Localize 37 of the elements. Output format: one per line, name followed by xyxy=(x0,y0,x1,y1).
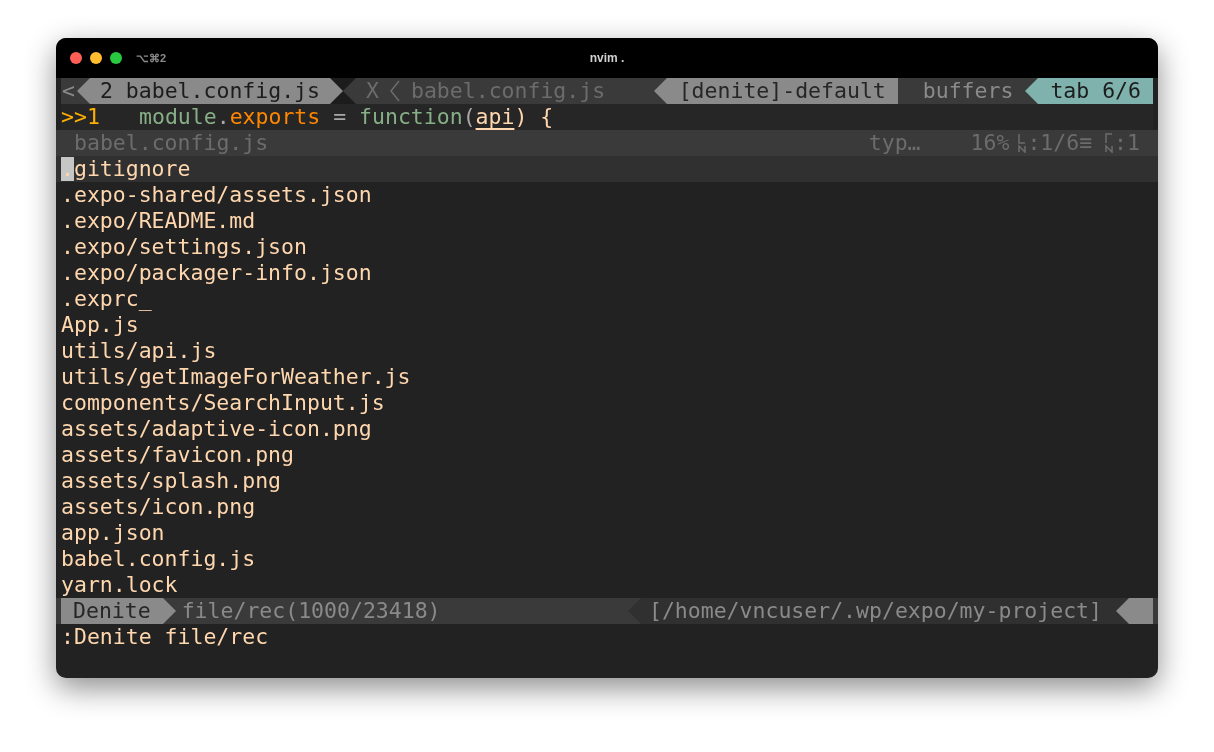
candidate-row[interactable]: yarn.lock xyxy=(56,572,1158,598)
line-number-icon xyxy=(1017,133,1028,153)
source-label: file/rec(1000/23418) xyxy=(180,598,442,624)
minimize-button[interactable] xyxy=(90,52,102,64)
candidate-row[interactable]: assets/splash.png xyxy=(56,468,1158,494)
candidate-row[interactable]: utils/api.js xyxy=(56,338,1158,364)
code-token: api xyxy=(475,104,515,130)
candidate-row[interactable]: .exprc_ xyxy=(56,286,1158,312)
code-token: ) { xyxy=(514,104,554,130)
code-token: module xyxy=(139,104,217,130)
candidate-row[interactable]: assets/adaptive-icon.png xyxy=(56,416,1158,442)
code-token: ( xyxy=(462,104,476,130)
candidate-row[interactable]: assets/favicon.png xyxy=(56,442,1158,468)
candidate-row[interactable]: utils/getImageForWeather.js xyxy=(56,364,1158,390)
statusline-end-block xyxy=(1129,598,1153,624)
code-token: . xyxy=(216,104,230,130)
candidate-row[interactable]: .expo-shared/assets.json xyxy=(56,182,1158,208)
chevron-left-icon xyxy=(388,80,401,102)
shortcut-label: ⌥⌘2 xyxy=(136,50,167,66)
candidate-row[interactable]: assets/icon.png xyxy=(56,494,1158,520)
code-token: function xyxy=(359,104,463,130)
candidate-row[interactable]: components/SearchInput.js xyxy=(56,390,1158,416)
tabline-segment: buffers xyxy=(910,78,1026,104)
candidate-row[interactable]: babel.config.js xyxy=(56,546,1158,572)
column-number-icon xyxy=(1104,133,1115,153)
window-title: nvim . xyxy=(589,50,625,67)
candidate-row[interactable]: .expo/settings.json xyxy=(56,234,1158,260)
sign-column: >>1 xyxy=(61,104,139,130)
code-token: = xyxy=(332,104,348,130)
candidate-row[interactable]: .expo/README.md xyxy=(56,208,1158,234)
candidate-row[interactable]: app.json xyxy=(56,520,1158,546)
candidate-row[interactable]: App.js xyxy=(56,312,1158,338)
candidate-row[interactable]: .expo/packager-info.json xyxy=(56,260,1158,286)
command-line[interactable]: :Denite file/rec xyxy=(61,624,1153,650)
code-token: exports xyxy=(229,104,321,130)
close-button[interactable] xyxy=(70,52,82,64)
zoom-button[interactable] xyxy=(110,52,122,64)
